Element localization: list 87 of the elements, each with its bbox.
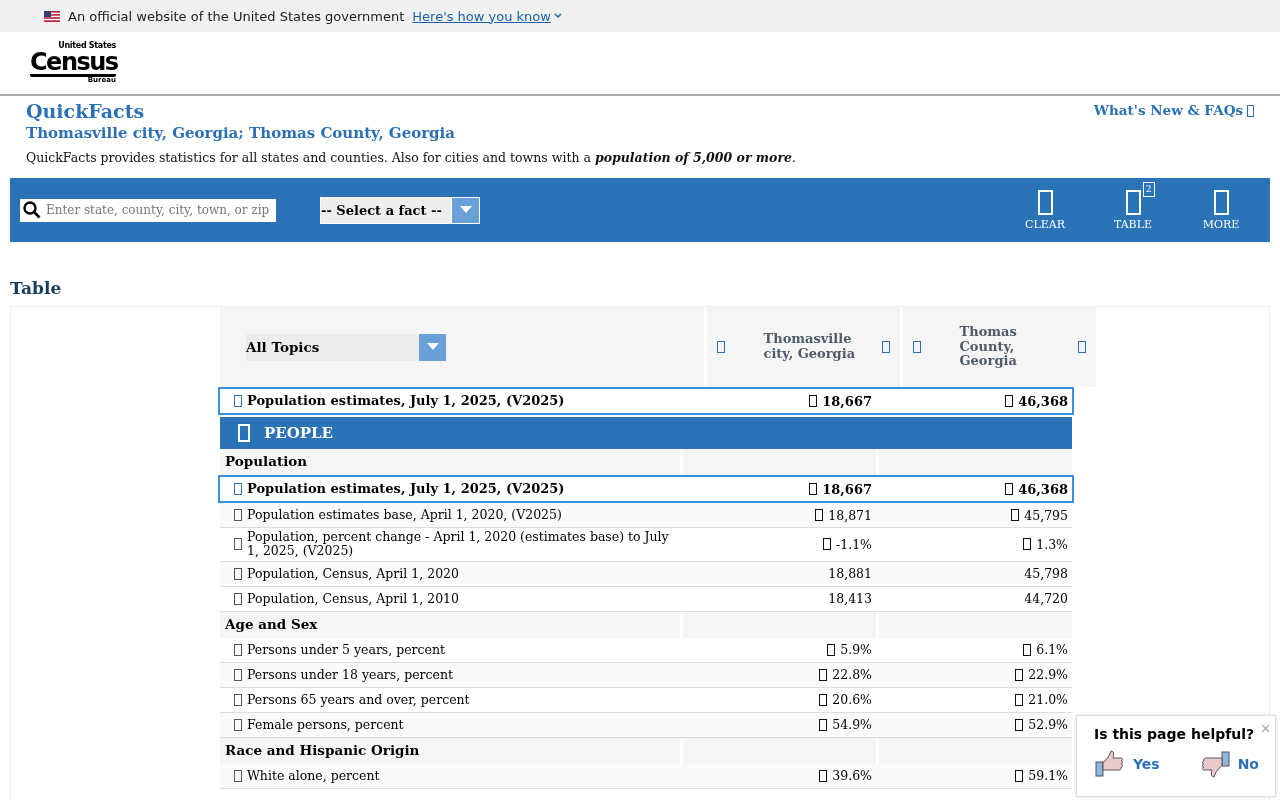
row-label: Population, Census, April 1, 2010 — [247, 591, 459, 606]
row-label: Female persons, percent — [247, 717, 404, 732]
description-text: QuickFacts provides statistics for all states and counties. Also for cities and towns with a population of 5,000 or more. — [26, 150, 796, 165]
caret-icon[interactable] — [426, 343, 439, 351]
row-label: Persons under 18 years, percent — [247, 667, 454, 682]
box-icon[interactable] — [1005, 483, 1014, 495]
column-header: Thomasville city, Georgia — [762, 332, 857, 362]
box-icon[interactable] — [1015, 668, 1024, 681]
section-heading: Population — [225, 454, 308, 470]
row-label: White alone, percent — [247, 768, 380, 783]
box-icon[interactable] — [823, 538, 831, 551]
cell-value: -1.1% — [836, 536, 872, 552]
row-label: Population estimates, July 1, 2025, (V2025) — [247, 393, 565, 409]
no-button[interactable]: No — [1199, 750, 1259, 778]
row-label: Persons under 5 years, percent — [247, 642, 446, 657]
caret-icon[interactable] — [459, 206, 472, 214]
people-band[interactable]: PEOPLE — [220, 417, 1072, 449]
caret-icon[interactable] — [553, 13, 562, 19]
cell-value: 22.9% — [1028, 667, 1068, 683]
section-title: Table — [10, 278, 63, 298]
box-icon[interactable] — [234, 693, 242, 706]
banner-text: An official website of the United States government — [68, 8, 405, 24]
box-icon[interactable] — [234, 509, 242, 521]
row-label: Population estimates base, April 1, 2020, (V2025) — [247, 507, 562, 523]
box-icon[interactable] — [234, 668, 242, 681]
box-icon[interactable] — [819, 769, 828, 782]
cell-value: 46,368 — [1018, 393, 1068, 409]
cell-value: 59.1% — [1028, 768, 1068, 784]
box-icon[interactable] — [815, 509, 824, 521]
box-icon[interactable] — [234, 769, 242, 782]
box-icon[interactable] — [234, 567, 242, 580]
cell-value: 18,871 — [828, 507, 872, 523]
box-icon[interactable] — [234, 538, 242, 551]
box-icon[interactable] — [1015, 693, 1024, 706]
box-icon[interactable] — [819, 668, 828, 681]
cell-value: 18,413 — [828, 591, 872, 607]
how-you-know-link[interactable]: Here's how you know — [412, 8, 562, 24]
row-label: Persons 65 years and over, percent — [247, 692, 470, 707]
cell-value: 1.3% — [1036, 536, 1068, 552]
box-icon[interactable] — [1005, 395, 1014, 407]
cell-value: 21.0% — [1028, 692, 1068, 708]
cell-value: 46,368 — [1018, 481, 1068, 497]
row-label: Population estimates, July 1, 2025, (V2025) — [247, 481, 565, 497]
flag-icon — [44, 10, 60, 22]
cell-value: 45,798 — [1024, 566, 1068, 582]
cell-value: 5.9% — [840, 642, 872, 658]
cell-value: 18,667 — [822, 393, 872, 409]
box-icon[interactable] — [809, 395, 818, 407]
cell-value: 18,881 — [828, 566, 872, 582]
cell-value: 6.1% — [1036, 642, 1068, 658]
fact-select[interactable]: -- Select a fact -- — [320, 196, 480, 224]
box-icon[interactable] — [234, 718, 242, 731]
cell-value: 44,720 — [1024, 591, 1068, 607]
yes-button[interactable]: Yes — [1095, 750, 1160, 778]
box-icon[interactable] — [1015, 769, 1024, 782]
whats-new-link[interactable]: What's New & FAQs — [1093, 102, 1254, 120]
cell-value: 45,795 — [1024, 507, 1068, 523]
toolbar-button[interactable]: CLEAR — [1018, 181, 1072, 231]
box-icon[interactable] — [819, 693, 828, 706]
feedback-question: Is this page helpful? — [1094, 726, 1255, 742]
box-icon[interactable] — [1011, 509, 1020, 521]
section-heading: Age and Sex — [225, 617, 318, 633]
toolbar-button[interactable]: 2 TABLE — [1106, 181, 1160, 231]
box-icon[interactable] — [234, 643, 242, 656]
box-icon[interactable] — [809, 483, 818, 495]
search-icon — [23, 201, 41, 219]
box-icon[interactable] — [1015, 718, 1024, 731]
cell-value: 22.8% — [832, 667, 872, 683]
topic-select[interactable]: All Topics — [246, 333, 446, 361]
row-label: Population, percent change - April 1, 2020 (estimates base) to July 1, 2025, (V2025) — [247, 530, 670, 559]
box-icon[interactable] — [1023, 538, 1032, 551]
cell-value: 18,667 — [822, 481, 872, 497]
cell-value: 39.6% — [832, 768, 872, 784]
cell-value: 20.6% — [832, 692, 872, 708]
box-icon[interactable] — [1023, 643, 1032, 656]
box-icon[interactable] — [234, 592, 242, 605]
box-icon[interactable] — [819, 718, 828, 731]
search-field[interactable]: Enter state, county, city, town, or zip — [20, 198, 276, 222]
page-title: QuickFacts — [26, 100, 146, 122]
toolbar-button[interactable]: MORE — [1194, 181, 1248, 231]
page-subtitle: Thomasville city, Georgia; Thomas County, Georgia — [26, 124, 456, 142]
cell-value: 54.9% — [832, 717, 872, 733]
box-icon[interactable] — [827, 643, 836, 656]
section-heading: Race and Hispanic Origin — [225, 743, 420, 759]
cell-value: 52.9% — [1028, 717, 1068, 733]
column-header: Thomas County, Georgia — [958, 324, 1018, 370]
row-label: Population, Census, April 1, 2020 — [247, 566, 459, 581]
